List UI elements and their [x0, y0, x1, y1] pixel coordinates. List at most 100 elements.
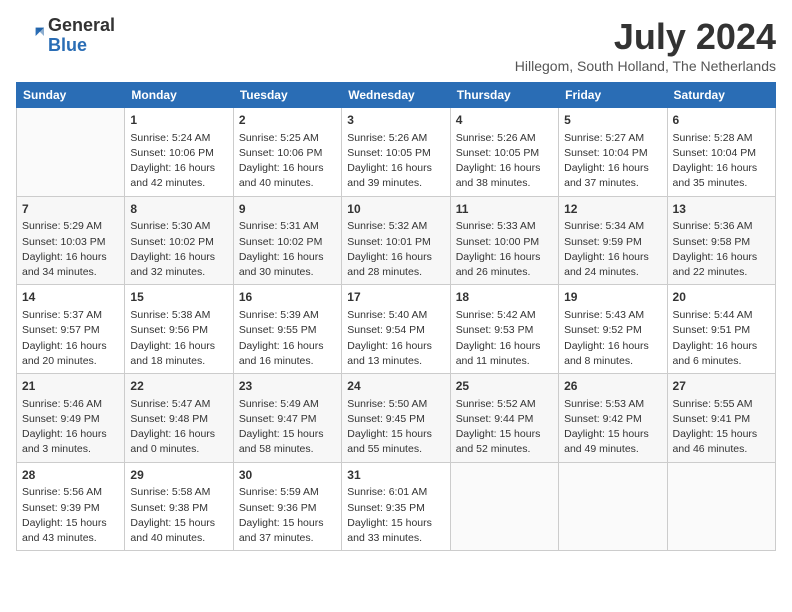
calendar-day-cell: 8Sunrise: 5:30 AM Sunset: 10:02 PM Dayli… [125, 196, 233, 285]
day-info: Sunrise: 5:58 AM Sunset: 9:38 PM Dayligh… [130, 485, 227, 546]
day-info: Sunrise: 5:31 AM Sunset: 10:02 PM Daylig… [239, 219, 336, 280]
day-info: Sunrise: 5:40 AM Sunset: 9:54 PM Dayligh… [347, 308, 444, 369]
day-number: 12 [564, 201, 661, 218]
day-number: 10 [347, 201, 444, 218]
day-number: 22 [130, 378, 227, 395]
weekday-header: Saturday [667, 83, 775, 108]
calendar-day-cell: 18 Sunrise: 5:42 AM Sunset: 9:53 PM Dayli… [450, 285, 558, 374]
day-info: Sunrise: 5:42 AM Sunset: 9:53 PM Dayligh… [456, 308, 553, 369]
calendar-day-cell: 20 Sunrise: 5:44 AM Sunset: 9:51 PM Dayli… [667, 285, 775, 374]
calendar-day-cell: 16 Sunrise: 5:39 AM Sunset: 9:55 PM Dayli… [233, 285, 341, 374]
day-info: Sunrise: 5:49 AM Sunset: 9:47 PM Dayligh… [239, 397, 336, 458]
calendar-day-cell: 17 Sunrise: 5:40 AM Sunset: 9:54 PM Dayli… [342, 285, 450, 374]
logo-blue-text: Blue [48, 36, 115, 56]
calendar-day-cell: 27Sunrise: 5:55 AM Sunset: 9:41 PM Dayli… [667, 374, 775, 463]
day-number: 18 [456, 289, 553, 306]
day-info: Sunrise: 5:56 AM Sunset: 9:39 PM Dayligh… [22, 485, 119, 546]
day-number: 29 [130, 467, 227, 484]
day-number: 7 [22, 201, 119, 218]
weekday-header: Tuesday [233, 83, 341, 108]
day-number: 17 [347, 289, 444, 306]
day-number: 28 [22, 467, 119, 484]
calendar-day-cell: 11Sunrise: 5:33 AM Sunset: 10:00 PM Dayl… [450, 196, 558, 285]
day-info: Sunrise: 5:39 AM Sunset: 9:55 PM Dayligh… [239, 308, 336, 369]
day-info: Sunrise: 5:33 AM Sunset: 10:00 PM Daylig… [456, 219, 553, 280]
calendar-week-row: 1 Sunrise: 5:24 AM Sunset: 10:06 PM Dayli… [17, 108, 776, 197]
day-info: Sunrise: 5:36 AM Sunset: 9:58 PM Dayligh… [673, 219, 770, 280]
calendar-day-cell: 4 Sunrise: 5:26 AM Sunset: 10:05 PM Dayli… [450, 108, 558, 197]
month-year: July 2024 [515, 16, 776, 58]
calendar-day-cell [17, 108, 125, 197]
calendar-day-cell: 25 Sunrise: 5:52 AM Sunset: 9:44 PM Dayli… [450, 374, 558, 463]
day-info: Sunrise: 5:32 AM Sunset: 10:01 PM Daylig… [347, 219, 444, 280]
logo-icon [16, 22, 44, 50]
day-number: 25 [456, 378, 553, 395]
day-info: Sunrise: 5:43 AM Sunset: 9:52 PM Dayligh… [564, 308, 661, 369]
day-number: 14 [22, 289, 119, 306]
page-header: General Blue July 2024 Hillegom, South H… [16, 16, 776, 74]
day-number: 8 [130, 201, 227, 218]
day-number: 21 [22, 378, 119, 395]
day-info: Sunrise: 5:59 AM Sunset: 9:36 PM Dayligh… [239, 485, 336, 546]
day-info: Sunrise: 5:50 AM Sunset: 9:45 PM Dayligh… [347, 397, 444, 458]
calendar-day-cell: 26 Sunrise: 5:53 AM Sunset: 9:42 PM Dayli… [559, 374, 667, 463]
calendar-week-row: 7Sunrise: 5:29 AM Sunset: 10:03 PM Dayli… [17, 196, 776, 285]
calendar-day-cell: 30Sunrise: 5:59 AM Sunset: 9:36 PM Dayli… [233, 462, 341, 551]
calendar-day-cell: 23Sunrise: 5:49 AM Sunset: 9:47 PM Dayli… [233, 374, 341, 463]
weekday-header: Wednesday [342, 83, 450, 108]
day-info: Sunrise: 5:24 AM Sunset: 10:06 PM Daylig… [130, 131, 227, 192]
day-number: 4 [456, 112, 553, 129]
weekday-header: Sunday [17, 83, 125, 108]
day-info: Sunrise: 5:27 AM Sunset: 10:04 PM Daylig… [564, 131, 661, 192]
day-number: 27 [673, 378, 770, 395]
weekday-header: Thursday [450, 83, 558, 108]
weekday-header: Monday [125, 83, 233, 108]
calendar-day-cell: 12Sunrise: 5:34 AM Sunset: 9:59 PM Dayli… [559, 196, 667, 285]
calendar-day-cell [450, 462, 558, 551]
logo: General Blue [16, 16, 115, 56]
day-info: Sunrise: 5:44 AM Sunset: 9:51 PM Dayligh… [673, 308, 770, 369]
day-info: Sunrise: 5:30 AM Sunset: 10:02 PM Daylig… [130, 219, 227, 280]
day-number: 6 [673, 112, 770, 129]
calendar-day-cell [667, 462, 775, 551]
calendar-day-cell [559, 462, 667, 551]
calendar-day-cell: 2 Sunrise: 5:25 AM Sunset: 10:06 PM Dayli… [233, 108, 341, 197]
calendar-week-row: 28Sunrise: 5:56 AM Sunset: 9:39 PM Dayli… [17, 462, 776, 551]
calendar-week-row: 21Sunrise: 5:46 AM Sunset: 9:49 PM Dayli… [17, 374, 776, 463]
logo-general-text: General [48, 16, 115, 36]
calendar-day-cell: 3Sunrise: 5:26 AM Sunset: 10:05 PM Dayli… [342, 108, 450, 197]
day-info: Sunrise: 5:47 AM Sunset: 9:48 PM Dayligh… [130, 397, 227, 458]
calendar-day-cell: 14 Sunrise: 5:37 AM Sunset: 9:57 PM Dayli… [17, 285, 125, 374]
day-number: 5 [564, 112, 661, 129]
day-info: Sunrise: 5:26 AM Sunset: 10:05 PM Daylig… [347, 131, 444, 192]
day-info: Sunrise: 5:38 AM Sunset: 9:56 PM Dayligh… [130, 308, 227, 369]
day-info: Sunrise: 5:28 AM Sunset: 10:04 PM Daylig… [673, 131, 770, 192]
day-number: 15 [130, 289, 227, 306]
day-number: 1 [130, 112, 227, 129]
calendar-day-cell: 10Sunrise: 5:32 AM Sunset: 10:01 PM Dayl… [342, 196, 450, 285]
day-number: 11 [456, 201, 553, 218]
day-info: Sunrise: 5:26 AM Sunset: 10:05 PM Daylig… [456, 131, 553, 192]
day-info: Sunrise: 6:01 AM Sunset: 9:35 PM Dayligh… [347, 485, 444, 546]
calendar-day-cell: 1 Sunrise: 5:24 AM Sunset: 10:06 PM Dayli… [125, 108, 233, 197]
calendar-day-cell: 15 Sunrise: 5:38 AM Sunset: 9:56 PM Dayli… [125, 285, 233, 374]
day-number: 2 [239, 112, 336, 129]
calendar-table: SundayMondayTuesdayWednesdayThursdayFrid… [16, 82, 776, 551]
calendar-week-row: 14 Sunrise: 5:37 AM Sunset: 9:57 PM Dayli… [17, 285, 776, 374]
calendar-day-cell: 28Sunrise: 5:56 AM Sunset: 9:39 PM Dayli… [17, 462, 125, 551]
day-info: Sunrise: 5:53 AM Sunset: 9:42 PM Dayligh… [564, 397, 661, 458]
day-number: 20 [673, 289, 770, 306]
day-number: 16 [239, 289, 336, 306]
day-info: Sunrise: 5:25 AM Sunset: 10:06 PM Daylig… [239, 131, 336, 192]
calendar-day-cell: 19Sunrise: 5:43 AM Sunset: 9:52 PM Dayli… [559, 285, 667, 374]
calendar-day-cell: 24 Sunrise: 5:50 AM Sunset: 9:45 PM Dayli… [342, 374, 450, 463]
day-info: Sunrise: 5:37 AM Sunset: 9:57 PM Dayligh… [22, 308, 119, 369]
day-number: 26 [564, 378, 661, 395]
title-block: July 2024 Hillegom, South Holland, The N… [515, 16, 776, 74]
day-number: 24 [347, 378, 444, 395]
calendar-day-cell: 7Sunrise: 5:29 AM Sunset: 10:03 PM Dayli… [17, 196, 125, 285]
day-info: Sunrise: 5:52 AM Sunset: 9:44 PM Dayligh… [456, 397, 553, 458]
calendar-day-cell: 5 Sunrise: 5:27 AM Sunset: 10:04 PM Dayli… [559, 108, 667, 197]
calendar-day-cell: 9Sunrise: 5:31 AM Sunset: 10:02 PM Dayli… [233, 196, 341, 285]
calendar-day-cell: 31Sunrise: 6:01 AM Sunset: 9:35 PM Dayli… [342, 462, 450, 551]
